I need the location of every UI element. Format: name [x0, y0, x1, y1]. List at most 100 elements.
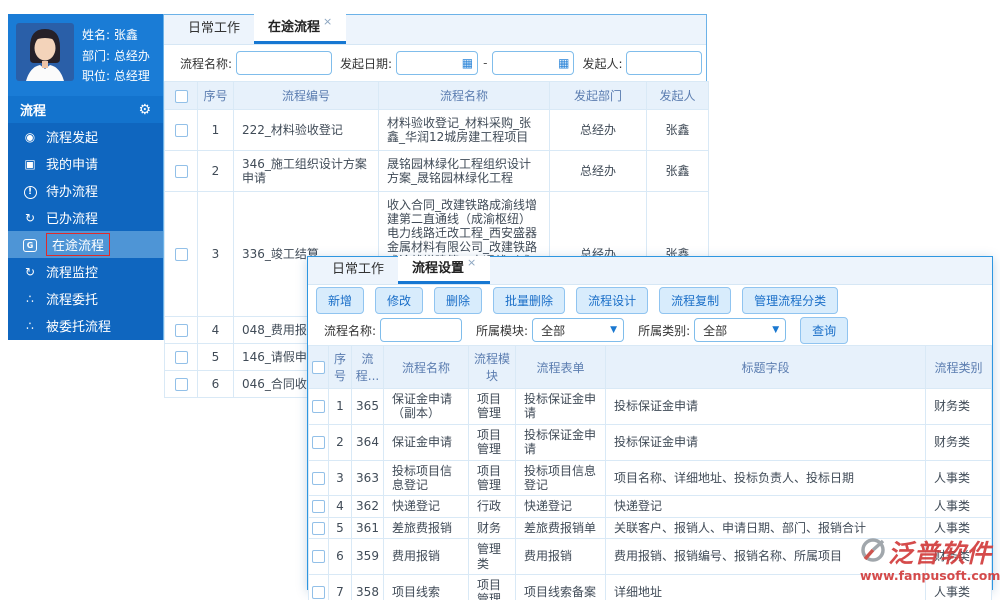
cell-process-code: 363 [351, 459, 384, 497]
col-dept: 发起部门 [549, 81, 647, 110]
close-icon[interactable]: × [467, 256, 476, 269]
cell-process-module: 项目管理 [468, 423, 516, 461]
cell-process-module: 财务 [468, 516, 516, 540]
org-tree-icon: ∴ [26, 291, 34, 306]
row-checkbox[interactable] [312, 435, 325, 449]
id-card-icon: ▣ [24, 156, 36, 171]
row-checkbox[interactable] [174, 165, 188, 179]
row-checkbox[interactable] [174, 378, 188, 392]
cell-process-code: 365 [351, 388, 384, 425]
cell-process-name: 项目线索 [383, 573, 469, 600]
cell-process-form: 项目线索备案 [515, 573, 606, 600]
tab-daily-work[interactable]: 日常工作 [174, 14, 254, 44]
cell-process-code: 358 [351, 573, 384, 600]
exclamation-circle-icon: ! [22, 183, 38, 199]
process-copy-button[interactable]: 流程复制 [659, 286, 732, 314]
cell-title-fields: 投标保证金申请 [605, 423, 926, 461]
edit-button[interactable]: 修改 [375, 286, 424, 314]
select-all-checkbox[interactable] [174, 89, 188, 103]
cell-title-fields: 详细地址 [605, 573, 926, 600]
row-select-cell [308, 516, 329, 540]
sidebar-item-process-initiate[interactable]: ◉ 流程发起 [8, 123, 163, 150]
row-checkbox[interactable] [312, 586, 325, 600]
table-row[interactable]: 3 363 投标项目信息登记 项目管理 投标项目信息登记 项目名称、详细地址、投… [308, 459, 992, 497]
sidebar-item-process-delegate[interactable]: ∴ 流程委托 [8, 285, 163, 312]
cell-process-category: 人事类 [925, 459, 992, 497]
table-row[interactable]: 5 361 差旅费报销 财务 差旅费报销单 关联客户、报销人、申请日期、部门、报… [308, 516, 992, 540]
select-all-cell [308, 345, 329, 389]
process-design-button[interactable]: 流程设计 [576, 286, 649, 314]
row-checkbox[interactable] [174, 351, 188, 365]
cell-seq: 3 [197, 191, 234, 318]
table-row[interactable]: 1 365 保证金申请（副本） 项目管理 投标保证金申请 投标保证金申请 财务类 [308, 388, 992, 425]
tab-in-transit[interactable]: 在途流程 × [254, 14, 347, 44]
sidebar-item-label: 我的申请 [46, 158, 99, 173]
cell-title-fields: 快递登记 [605, 495, 926, 518]
batch-delete-button[interactable]: 批量删除 [493, 286, 566, 314]
cell-process-name: 差旅费报销 [383, 516, 469, 540]
row-checkbox[interactable] [174, 324, 188, 338]
sidebar-item-my-applications[interactable]: ▣ 我的申请 [8, 150, 163, 177]
cell-process-name: 费用报销 [383, 538, 469, 575]
process-name-input[interactable] [380, 318, 463, 342]
desktop: 姓名: 张鑫 部门: 总经办 职位: 总经理 流程 ⚙ ◉ 流程发起 ▣ 我的申… [0, 0, 1000, 600]
row-checkbox[interactable] [174, 248, 188, 262]
cell-seq: 3 [328, 459, 352, 497]
calendar-icon[interactable]: ▦ [558, 56, 569, 70]
search-button[interactable]: 查询 [800, 316, 849, 344]
row-checkbox[interactable] [312, 521, 325, 535]
table-row[interactable]: 2 364 保证金申请 项目管理 投标保证金申请 投标保证金申请 财务类 [308, 423, 992, 461]
bg-filterbar: 流程名称: 发起日期: ▦ - ▦ 发起人: [164, 45, 706, 81]
cell-process-category: 财务类 [925, 423, 992, 461]
initiator-input[interactable] [626, 51, 703, 75]
cell-process-module: 项目管理 [468, 388, 516, 425]
calendar-icon[interactable]: ▦ [462, 56, 473, 70]
add-button[interactable]: 新增 [316, 286, 365, 314]
row-select-cell [308, 573, 329, 600]
row-checkbox[interactable] [312, 500, 325, 514]
cell-seq: 6 [197, 370, 234, 399]
category-select[interactable]: 全部 ▼ [694, 318, 787, 342]
col-process-category: 流程类别 [925, 345, 992, 389]
date-to-picker[interactable]: ▦ [492, 51, 575, 75]
tab-process-settings[interactable]: 流程设置 × [398, 256, 491, 284]
sidebar-item-label: 流程发起 [46, 131, 99, 146]
refresh-icon: ↻ [24, 264, 36, 279]
cell-seq: 7 [328, 573, 352, 600]
sidebar-item-in-transit-processes[interactable]: G 在途流程 [8, 231, 163, 258]
row-checkbox[interactable] [312, 550, 325, 564]
cell-seq: 4 [328, 495, 352, 518]
row-checkbox[interactable] [312, 471, 325, 485]
user-name: 姓名: 张鑫 [82, 28, 138, 42]
date-from-picker[interactable]: ▦ [396, 51, 479, 75]
process-settings-window: 日常工作 流程设置 × 新增 修改 删除 批量删除 流程设计 流程复制 管理流程分… [307, 256, 993, 600]
row-checkbox[interactable] [312, 400, 325, 414]
select-all-checkbox[interactable] [312, 361, 325, 374]
sidebar: 姓名: 张鑫 部门: 总经办 职位: 总经理 流程 ⚙ ◉ 流程发起 ▣ 我的申… [8, 14, 163, 340]
sidebar-item-done-processes[interactable]: ↻ 已办流程 [8, 204, 163, 231]
module-select[interactable]: 全部 ▼ [532, 318, 625, 342]
sidebar-item-delegated-processes[interactable]: ∴ 被委托流程 [8, 312, 163, 339]
sidebar-item-process-monitor[interactable]: ↻ 流程监控 [8, 258, 163, 285]
table-row[interactable]: 7 358 项目线索 项目管理 项目线索备案 详细地址 人事类 [308, 573, 992, 600]
cell-process-name: 投标项目信息登记 [383, 459, 469, 497]
cell-process-name: 保证金申请 [383, 423, 469, 461]
process-name-input[interactable] [236, 51, 333, 75]
table-row[interactable]: 6 359 费用报销 管理类 费用报销 费用报销、报销编号、报销名称、所属项目 … [308, 538, 992, 575]
cell-process-code: 359 [351, 538, 384, 575]
table-row[interactable]: 2 346_施工组织设计方案申请 晟铭园林绿化工程组织设计方案_晟铭园林绿化工程… [164, 150, 709, 193]
row-checkbox[interactable] [174, 124, 188, 138]
sidebar-item-todo-processes[interactable]: ! 待办流程 [8, 177, 163, 204]
row-select-cell [164, 191, 198, 318]
cell-process-category: 财务类 [925, 388, 992, 425]
close-icon[interactable]: × [323, 15, 332, 28]
table-row[interactable]: 1 222_材料验收登记 材料验收登记_材料采购_张鑫_华润12城房建工程项目 … [164, 108, 709, 152]
row-select-cell [308, 388, 329, 425]
manage-category-button[interactable]: 管理流程分类 [742, 286, 839, 314]
row-select-cell [164, 370, 198, 399]
cell-process-module: 管理类 [468, 538, 516, 575]
gear-icon[interactable]: ⚙ [138, 102, 151, 118]
delete-button[interactable]: 删除 [434, 286, 483, 314]
tab-daily-work[interactable]: 日常工作 [318, 256, 398, 284]
table-row[interactable]: 4 362 快递登记 行政 快递登记 快递登记 人事类 [308, 495, 992, 518]
